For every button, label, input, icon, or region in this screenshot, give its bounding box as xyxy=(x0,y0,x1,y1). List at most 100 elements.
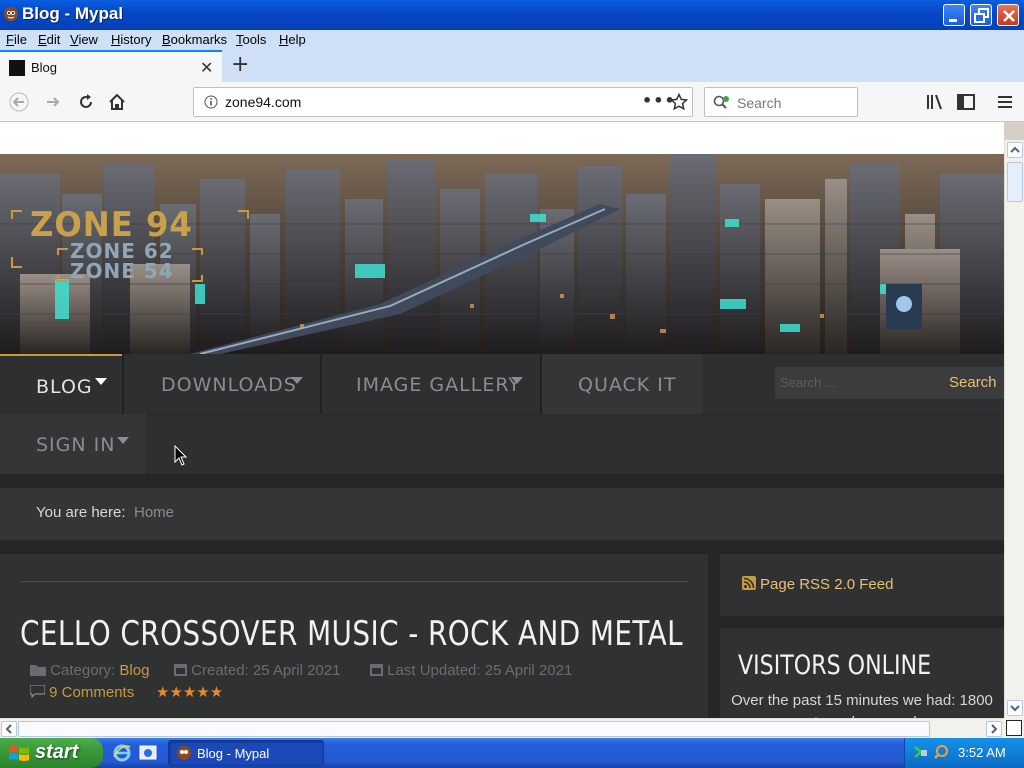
network-icon[interactable] xyxy=(913,744,929,760)
scrollbar-corner xyxy=(1004,718,1024,738)
taskbar-item-mypal[interactable]: Blog - Mypal xyxy=(168,740,324,766)
bookmark-star-icon[interactable] xyxy=(670,93,688,111)
article-category: Category: Blog xyxy=(30,662,149,679)
chevron-down-icon xyxy=(95,378,107,385)
horizontal-scroll-thumb[interactable] xyxy=(18,721,930,737)
window-titlebar: Blog - Mypal xyxy=(0,0,1024,30)
menu-tools[interactable]: Tools xyxy=(236,32,266,47)
close-icon xyxy=(1003,10,1015,22)
breadcrumb-label: You are here: xyxy=(36,504,126,521)
forward-icon[interactable] xyxy=(43,92,63,112)
url-text[interactable]: zone94.com xyxy=(225,94,301,110)
section-divider xyxy=(0,474,1004,488)
browser-search-box[interactable]: Search xyxy=(704,87,858,117)
system-clock: 3:52 AM xyxy=(958,745,1006,760)
windows-taskbar: start Blog - Mypal 3:52 AM xyxy=(0,738,1024,768)
hamburger-menu-icon[interactable] xyxy=(995,92,1015,112)
article-created-text: Created: 25 April 2021 xyxy=(191,662,341,679)
mypal-app-icon xyxy=(4,7,18,21)
page-top-strip xyxy=(0,122,1004,154)
scroll-up-button[interactable] xyxy=(1007,142,1023,158)
back-icon[interactable] xyxy=(9,92,29,112)
folder-icon xyxy=(30,665,46,676)
chevron-down-icon xyxy=(1010,705,1020,712)
menu-edit[interactable]: Edit xyxy=(38,32,60,47)
menu-image-gallery-label: IMAGE GALLERY xyxy=(356,374,521,396)
show-desktop-icon[interactable] xyxy=(138,743,158,763)
tab-close-icon[interactable]: ✕ xyxy=(200,58,213,77)
minimize-button[interactable] xyxy=(943,4,965,26)
window-title: Blog - Mypal xyxy=(22,4,124,23)
menu-quack-it-label: QUACK IT xyxy=(578,374,677,396)
site-search-button[interactable]: Search xyxy=(941,367,1004,399)
security-alert-icon[interactable] xyxy=(933,744,949,760)
url-bar[interactable]: zone94.com ••• xyxy=(193,87,693,117)
rss-module: Page RSS 2.0 Feed xyxy=(720,554,1004,616)
vertical-scrollbar[interactable] xyxy=(1004,140,1024,718)
menu-help[interactable]: Help xyxy=(279,32,306,47)
web-page: ZONE 94 ZONE 62 ZONE 54 BLOG DOWNLOADS I… xyxy=(0,122,1004,718)
restore-icon xyxy=(974,8,989,23)
rating-stars[interactable]: ★★★★★ xyxy=(156,683,223,701)
comment-icon xyxy=(29,684,46,699)
scroll-down-button[interactable] xyxy=(1007,700,1023,716)
article-comments[interactable]: 9 Comments xyxy=(29,684,134,701)
module-divider xyxy=(720,616,1004,628)
calendar-icon xyxy=(370,664,383,676)
rss-feed-link[interactable]: Page RSS 2.0 Feed xyxy=(760,576,893,593)
site-info-icon[interactable] xyxy=(204,95,218,109)
browser-search-placeholder: Search xyxy=(737,95,782,111)
article-category-link[interactable]: Blog xyxy=(119,662,149,679)
site-search-input[interactable]: Search ... xyxy=(775,367,941,399)
chevron-down-icon xyxy=(117,437,129,444)
close-window-button[interactable] xyxy=(997,4,1019,26)
site-search-placeholder: Search ... xyxy=(780,375,836,390)
sidebar-toggle-icon[interactable] xyxy=(956,92,976,112)
mypal-app-icon xyxy=(177,746,191,760)
chevron-right-icon xyxy=(991,724,998,734)
visitors-online-module: VISITORS ONLINE Over the past 15 minutes… xyxy=(720,628,1004,718)
new-tab-button[interactable]: + xyxy=(231,52,249,77)
menu-blog[interactable]: BLOG xyxy=(0,354,122,414)
tab-blog[interactable]: Blog ✕ xyxy=(0,50,222,82)
menu-row-divider xyxy=(0,414,1004,415)
taskbar-item-label: Blog - Mypal xyxy=(197,746,270,761)
reload-icon[interactable] xyxy=(76,92,96,112)
horizontal-scrollbar[interactable] xyxy=(0,718,1004,738)
menu-downloads[interactable]: DOWNLOADS xyxy=(124,354,320,414)
menu-quack-it[interactable]: QUACK IT xyxy=(542,354,702,414)
vertical-scroll-thumb[interactable] xyxy=(1007,162,1023,202)
visitors-online-title: VISITORS ONLINE xyxy=(738,650,932,681)
home-icon[interactable] xyxy=(107,92,127,112)
quick-launch xyxy=(112,743,158,768)
breadcrumb-home-link[interactable]: Home xyxy=(134,504,174,521)
search-engine-icon[interactable] xyxy=(713,95,731,111)
chevron-down-icon xyxy=(511,377,523,384)
tab-label: Blog xyxy=(31,60,58,75)
minimize-icon xyxy=(949,19,957,22)
logo-line-3: ZONE 54 xyxy=(70,259,174,283)
scroll-left-button[interactable] xyxy=(1,721,17,737)
rss-icon xyxy=(742,576,756,590)
library-icon[interactable] xyxy=(925,92,945,112)
menu-bar: File Edit View History Bookmarks Tools H… xyxy=(0,30,1024,50)
internet-explorer-icon[interactable] xyxy=(112,743,132,763)
system-tray: 3:52 AM xyxy=(904,738,1024,768)
start-button[interactable]: start xyxy=(0,738,103,768)
scroll-right-button[interactable] xyxy=(986,721,1002,737)
menu-sign-in[interactable]: SIGN IN xyxy=(0,414,146,474)
site-banner: ZONE 94 ZONE 62 ZONE 54 xyxy=(0,154,1004,354)
navigation-bar: zone94.com ••• Search xyxy=(0,82,1024,122)
site-main-menu: BLOG DOWNLOADS IMAGE GALLERY QUACK IT Se… xyxy=(0,354,1004,474)
menu-file[interactable]: File xyxy=(6,32,27,47)
article-title[interactable]: CELLO CROSSOVER MUSIC - ROCK AND METAL xyxy=(20,614,683,654)
menu-image-gallery[interactable]: IMAGE GALLERY xyxy=(322,354,540,414)
menu-bookmarks[interactable]: Bookmarks xyxy=(162,32,227,47)
menu-view[interactable]: View xyxy=(70,32,98,47)
article-comments-link[interactable]: 9 Comments xyxy=(49,684,134,701)
menu-blog-label: BLOG xyxy=(36,376,93,398)
chevron-up-icon xyxy=(1010,146,1020,153)
article-created: Created: 25 April 2021 xyxy=(174,662,340,679)
restore-button[interactable] xyxy=(970,4,992,26)
menu-history[interactable]: History xyxy=(111,32,151,47)
